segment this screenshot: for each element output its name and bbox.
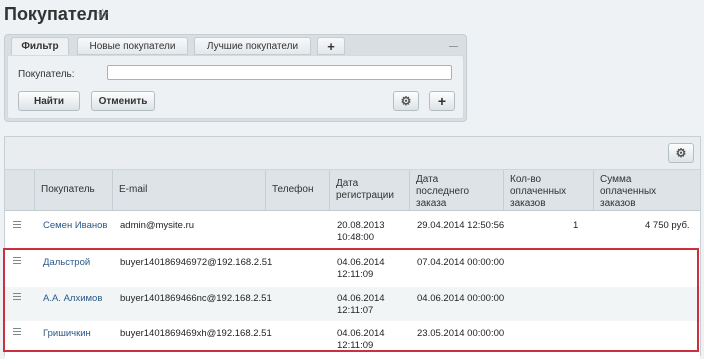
row-menu-icon[interactable] <box>13 257 21 266</box>
reg-time: 12:11:09 <box>337 340 374 351</box>
col-reg-date[interactable]: Дата регистрации <box>329 170 409 210</box>
col-last-order[interactable]: Дата последнего заказа <box>409 170 503 210</box>
row-menu-icon[interactable] <box>13 293 21 302</box>
buyer-email: admin@mysite.ru <box>120 220 195 231</box>
filter-body: Покупатель: Найти Отменить ⚙ + <box>7 55 464 119</box>
plus-icon[interactable]: + <box>429 91 455 111</box>
buyer-email: buyer1401869469xh@192.168.2.51 <box>120 328 272 339</box>
buyer-email: buyer1401869466nc@192.168.2.51 <box>120 293 272 304</box>
reg-time: 12:11:09 <box>337 269 374 280</box>
buyer-label: Покупатель: <box>18 69 75 80</box>
col-paid-sum[interactable]: Сумма оплаченных заказов <box>593 170 700 210</box>
tab-filter[interactable]: Фильтр <box>11 37 69 55</box>
row-menu-icon[interactable] <box>13 328 21 337</box>
reg-date: 20.08.2013 <box>337 220 385 231</box>
star-icon[interactable]: ☆ <box>96 5 109 23</box>
table-row[interactable]: Дальстрой buyer140186946972@192.168.2.51… <box>5 251 700 289</box>
buyer-name[interactable]: Дальстрой <box>43 257 90 269</box>
reg-time: 10:48:00 <box>337 232 374 243</box>
last-order: 23.05.2014 00:00:00 <box>417 328 505 339</box>
row-menu-icon[interactable] <box>13 221 21 230</box>
collapse-icon[interactable] <box>449 46 458 47</box>
last-order: 04.06.2014 00:00:00 <box>417 293 505 304</box>
filter-panel: Фильтр Новые покупатели Лучшие покупател… <box>4 34 467 122</box>
paid-sum: 4 750 руб. <box>645 220 690 231</box>
col-phone[interactable]: Телефон <box>265 170 329 210</box>
gear-icon[interactable]: ⚙ <box>393 91 419 111</box>
col-paid-count[interactable]: Кол-во оплаченных заказов <box>503 170 593 210</box>
buyer-name[interactable]: А.А. Алхимов <box>43 293 102 305</box>
buyer-input[interactable] <box>107 65 452 80</box>
col-email[interactable]: E-mail <box>112 170 265 210</box>
grid-toolbar: ⚙ <box>5 137 700 170</box>
last-order: 07.04.2014 00:00:00 <box>417 257 505 268</box>
buyer-name[interactable]: Гришичкин <box>43 328 91 340</box>
add-tab-button[interactable]: + <box>317 37 345 55</box>
buyer-email: buyer140186946972@192.168.2.51 <box>120 257 273 268</box>
table-header: Покупатель E-mail Телефон Дата регистраци… <box>5 170 700 211</box>
reg-date: 04.06.2014 <box>337 257 385 268</box>
cancel-button[interactable]: Отменить <box>91 91 155 111</box>
customers-grid: ⚙ Покупатель E-mail Телефон Дата регистра… <box>4 136 701 359</box>
reg-date: 04.06.2014 <box>337 293 385 304</box>
tab-new-buyers[interactable]: Новые покупатели <box>77 37 188 55</box>
table-row[interactable]: Семен Иванов admin@mysite.ru 20.08.2013 … <box>5 212 700 250</box>
reg-time: 12:11:07 <box>337 305 374 316</box>
table-row[interactable]: Гришичкин buyer1401869469xh@192.168.2.51… <box>5 321 700 359</box>
tab-best-buyers[interactable]: Лучшие покупатели <box>194 37 311 55</box>
buyer-name[interactable]: Семен Иванов <box>43 220 107 232</box>
paid-count: 1 <box>573 220 579 231</box>
reg-date: 04.06.2014 <box>337 328 385 339</box>
grid-settings-icon[interactable]: ⚙ <box>668 143 694 163</box>
page-title: Покупатели <box>4 4 110 24</box>
table-row[interactable]: А.А. Алхимов buyer1401869466nc@192.168.2… <box>5 287 700 325</box>
last-order: 29.04.2014 12:50:56 <box>417 220 505 231</box>
col-buyer[interactable]: Покупатель <box>34 170 112 210</box>
find-button[interactable]: Найти <box>18 91 80 111</box>
